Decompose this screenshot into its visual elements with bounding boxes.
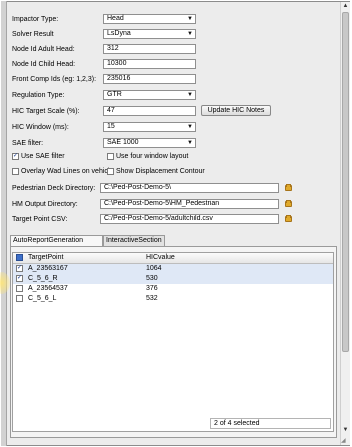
sae-filter-value: SAE 1000	[107, 139, 139, 146]
hic-target-scale-input[interactable]: 47	[103, 106, 196, 116]
use-four-window-checkbox[interactable]	[107, 153, 114, 160]
row-checkbox[interactable]	[16, 285, 23, 292]
use-sae-filter-checkbox[interactable]: ✓	[12, 153, 19, 160]
show-displacement-checkbox[interactable]	[107, 168, 114, 175]
overlay-wad-label: Overlay Wad Lines on vehicle	[21, 168, 114, 175]
folder-open-icon[interactable]	[285, 184, 292, 191]
sae-filter-label: SAE filter:	[12, 140, 44, 147]
update-hic-notes-button[interactable]: Update HIC Notes	[201, 105, 271, 116]
table-row[interactable]: A_23564537 376	[13, 284, 333, 294]
hic-window-label: HIC Window (ms):	[12, 124, 69, 131]
overlay-wad-checkbox[interactable]	[12, 168, 19, 175]
impactor-type-label: Impactor Type:	[12, 16, 59, 23]
use-sae-filter-label: Use SAE filter	[21, 153, 65, 160]
chevron-down-icon: ▼	[187, 124, 193, 130]
impactor-type-value: Head	[107, 15, 124, 22]
folder-open-icon[interactable]	[285, 200, 292, 207]
chevron-down-icon: ▼	[187, 31, 193, 37]
scroll-down-icon[interactable]: ▼	[341, 426, 350, 435]
ped-deck-dir-label: Pedestrian Deck Directory:	[12, 185, 96, 192]
target-point-cell: C_5_6_R	[28, 275, 58, 282]
hic-value-cell: 530	[146, 275, 158, 282]
node-id-child-input[interactable]: 10300	[103, 59, 196, 69]
solver-result-label: Solver Result	[12, 31, 54, 38]
table-row[interactable]: C_5_6_L 532	[13, 294, 333, 304]
front-comp-ids-label: Front Comp Ids (eg: 1,2,3):	[12, 76, 97, 83]
left-splitter[interactable]	[1, 1, 7, 446]
hic-target-scale-label: HIC Target Scale (%):	[12, 108, 80, 115]
select-all-checkbox[interactable]	[16, 254, 23, 261]
ped-deck-dir-input[interactable]: C:\Ped-Post-Demo-5\	[100, 183, 279, 193]
vertical-scrollbar[interactable]: ▲ ▼	[340, 2, 350, 445]
selection-status: 2 of 4 selected	[210, 418, 331, 429]
hic-value-cell: 1064	[146, 265, 162, 272]
table-row[interactable]: ✓ A_23563167 1064	[13, 264, 333, 274]
sae-filter-select[interactable]: SAE 1000 ▼	[103, 138, 196, 148]
resize-grip-icon[interactable]: ◢	[341, 437, 349, 445]
node-id-adult-label: Node Id Adult Head:	[12, 46, 75, 53]
row-checkbox[interactable]	[16, 295, 23, 302]
hm-output-dir-input[interactable]: C:\Ped-Post-Demo-5\HM_Pedestrian	[100, 199, 279, 209]
row-checkbox[interactable]: ✓	[16, 275, 23, 282]
regulation-type-label: Regulation Type:	[12, 92, 65, 99]
impactor-type-select[interactable]: Head ▼	[103, 14, 196, 24]
solver-result-select[interactable]: LsDyna ▼	[103, 29, 196, 39]
chevron-down-icon: ▼	[187, 16, 193, 22]
target-csv-input[interactable]: C:/Ped-Post-Demo-5/adultchild.csv	[100, 214, 279, 224]
table-row[interactable]: ✓ C_5_6_R 530	[13, 274, 333, 284]
hic-value-cell: 532	[146, 295, 158, 302]
row-checkbox[interactable]: ✓	[16, 265, 23, 272]
scroll-up-icon[interactable]: ▲	[341, 2, 350, 11]
folder-open-icon[interactable]	[285, 215, 292, 222]
chevron-down-icon: ▼	[187, 92, 193, 98]
use-four-window-label: Use four window layout	[116, 153, 189, 160]
table-header: TargetPoint HICvalue	[13, 253, 333, 264]
target-point-cell: A_23563167	[28, 265, 68, 272]
show-displacement-label: Show Displacement Contour	[116, 168, 205, 175]
tab-interactive-section[interactable]: InteractiveSection	[103, 235, 165, 246]
scroll-thumb[interactable]	[342, 12, 349, 352]
target-point-cell: A_23564537	[28, 285, 68, 292]
column-header-hic-value[interactable]: HICvalue	[146, 253, 175, 263]
target-point-table: TargetPoint HICvalue ✓ A_23563167 1064 ✓…	[12, 252, 334, 432]
hic-value-cell: 376	[146, 285, 158, 292]
regulation-type-select[interactable]: GTR ▼	[103, 90, 196, 100]
solver-result-value: LsDyna	[107, 30, 131, 37]
target-csv-label: Target Point CSV:	[12, 216, 68, 223]
hm-output-dir-label: HM Output Directory:	[12, 201, 78, 208]
column-header-target-point[interactable]: TargetPoint	[28, 253, 63, 263]
hic-window-value: 15	[107, 123, 115, 130]
front-comp-ids-input[interactable]: 235016	[103, 74, 196, 84]
node-id-child-label: Node Id Child Head:	[12, 61, 76, 68]
target-point-cell: C_5_6_L	[28, 295, 57, 302]
chevron-down-icon: ▼	[187, 140, 193, 146]
regulation-type-value: GTR	[107, 91, 122, 98]
node-id-adult-input[interactable]: 312	[103, 44, 196, 54]
hic-window-select[interactable]: 15 ▼	[103, 122, 196, 132]
